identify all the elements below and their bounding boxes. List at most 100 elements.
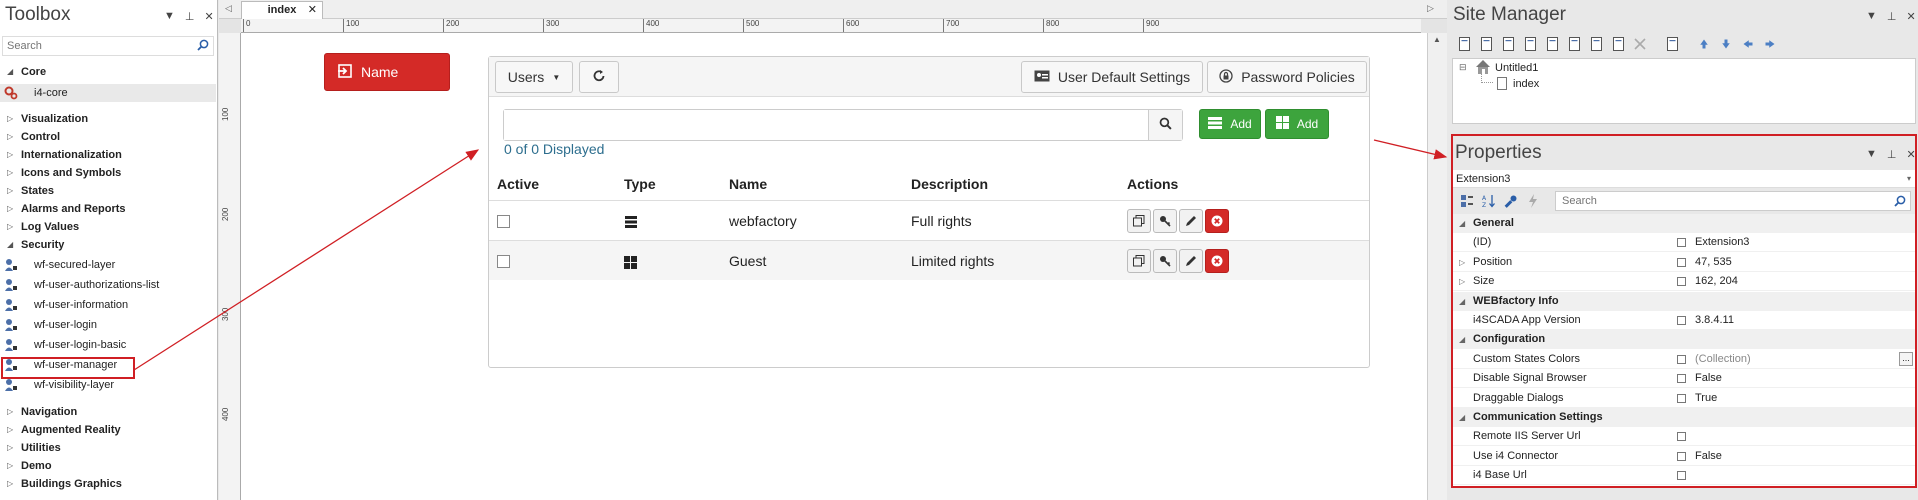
toolbox-item[interactable]: wf-user-information	[0, 296, 216, 314]
move-left-icon[interactable]	[1740, 36, 1756, 52]
edit-icon[interactable]	[1588, 36, 1604, 52]
tree-item-index[interactable]: index	[1513, 78, 1539, 90]
scroll-up-icon[interactable]: ▲	[1433, 35, 1441, 44]
property-category[interactable]: ◢ Communication Settings	[1453, 408, 1915, 427]
binding-marker-icon[interactable]	[1677, 277, 1686, 287]
refresh-button[interactable]	[579, 61, 619, 93]
binding-marker-icon[interactable]	[1677, 471, 1686, 481]
move-up-icon[interactable]	[1696, 36, 1712, 52]
property-value[interactable]: 162, 204	[1695, 272, 1738, 291]
wrench-icon[interactable]	[1503, 193, 1519, 209]
delete-button[interactable]	[1205, 249, 1229, 273]
table-row[interactable]: webfactory Full rights	[489, 200, 1369, 240]
properties-search-input[interactable]	[1556, 192, 1876, 210]
pin-icon[interactable]: ⊥	[1887, 148, 1897, 161]
toolbox-category[interactable]: ▷ Log Values	[0, 218, 216, 236]
expand-arrow-icon[interactable]: ▷	[7, 182, 13, 200]
binding-marker-icon[interactable]	[1677, 393, 1686, 403]
toolbox-category[interactable]: ▷ Buildings Graphics	[0, 475, 216, 493]
expand-arrow-icon[interactable]: ▷	[7, 128, 13, 146]
new-dialog-icon[interactable]	[1478, 36, 1494, 52]
toolbox-category[interactable]: ▷ Alarms and Reports	[0, 200, 216, 218]
expand-arrow-icon[interactable]: ▷	[7, 200, 13, 218]
property-category[interactable]: ◢ General	[1453, 214, 1915, 233]
copy-icon[interactable]	[1610, 36, 1626, 52]
expand-arrow-icon[interactable]: ▷	[7, 110, 13, 128]
new-page-icon[interactable]	[1456, 36, 1472, 52]
property-row[interactable]: Disable Signal Browser False	[1453, 369, 1915, 389]
move-right-icon[interactable]	[1762, 36, 1778, 52]
copy-button[interactable]	[1127, 209, 1151, 233]
binding-marker-icon[interactable]	[1677, 432, 1686, 442]
dropdown-icon[interactable]: ▼	[1866, 10, 1877, 23]
password-policies-button[interactable]: Password Policies	[1207, 61, 1367, 93]
toolbox-category[interactable]: ▷ Internationalization	[0, 146, 216, 164]
move-down-icon[interactable]	[1718, 36, 1734, 52]
property-value[interactable]: False	[1695, 447, 1722, 466]
chevron-down-icon[interactable]: ▾	[1907, 170, 1911, 188]
column-header-name[interactable]: Name	[729, 168, 767, 200]
active-checkbox[interactable]	[497, 255, 510, 268]
toolbox-search[interactable]	[2, 36, 214, 56]
binding-marker-icon[interactable]	[1677, 257, 1686, 267]
expand-arrow-icon[interactable]: ▷	[1459, 272, 1465, 291]
sort-alphabetical-icon[interactable]: AZ	[1481, 193, 1497, 209]
link-icon[interactable]	[1566, 36, 1582, 52]
expand-arrow-icon[interactable]: ▷	[7, 218, 13, 236]
toolbox-item[interactable]: wf-user-login	[0, 316, 216, 334]
toolbox-category-core[interactable]: ◢ Core	[0, 63, 216, 81]
expand-arrow-icon[interactable]: ▷	[7, 403, 13, 421]
toolbox-category[interactable]: ▷ Icons and Symbols	[0, 164, 216, 182]
toolbox-category[interactable]: ▷ Navigation	[0, 403, 216, 421]
property-row[interactable]: Custom States Colors (Collection)...	[1453, 350, 1915, 369]
collapse-arrow-icon[interactable]: ◢	[7, 63, 13, 81]
expand-arrow-icon[interactable]: ▷	[7, 146, 13, 164]
column-header-type[interactable]: Type	[624, 168, 656, 200]
toolbox-item-i4-core[interactable]: i4-core	[0, 84, 216, 102]
tab-index[interactable]: index ✕	[241, 1, 323, 19]
property-value[interactable]: 3.8.4.11	[1695, 311, 1734, 330]
table-row[interactable]: Guest Limited rights	[489, 240, 1369, 280]
scroll-right-icon[interactable]: ▷	[1427, 3, 1434, 14]
property-value[interactable]: 47, 535	[1695, 253, 1732, 272]
active-checkbox[interactable]	[497, 215, 510, 228]
toolbox-item[interactable]: wf-user-login-basic	[0, 336, 216, 354]
binding-marker-icon[interactable]	[1677, 374, 1686, 384]
categorized-icon[interactable]	[1459, 193, 1475, 209]
lightning-icon[interactable]	[1525, 193, 1541, 209]
user-search-field[interactable]	[503, 109, 1183, 141]
binding-marker-icon[interactable]	[1677, 451, 1686, 461]
close-icon[interactable]: ✕	[1906, 148, 1915, 161]
binding-marker-icon[interactable]	[1677, 238, 1686, 248]
key-button[interactable]	[1153, 209, 1177, 233]
toolbox-category[interactable]: ▷ Utilities	[0, 439, 216, 457]
vertical-scrollbar[interactable]: ▲	[1427, 33, 1447, 500]
collapse-arrow-icon[interactable]: ◢	[7, 236, 13, 254]
dropdown-icon[interactable]: ▼	[1866, 148, 1877, 161]
close-icon[interactable]: ✕	[1906, 10, 1915, 23]
pencil-button[interactable]	[1179, 249, 1203, 273]
object-selector[interactable]: Extension3 ▾	[1453, 170, 1915, 188]
user-search-button[interactable]	[1148, 110, 1182, 140]
properties-search[interactable]	[1555, 191, 1911, 211]
property-value[interactable]: Extension3	[1695, 233, 1749, 252]
column-header-description[interactable]: Description	[911, 168, 988, 200]
new-template-icon[interactable]	[1500, 36, 1516, 52]
binding-marker-icon[interactable]	[1677, 316, 1686, 325]
collapse-arrow-icon[interactable]: ◢	[1459, 408, 1465, 427]
new-folder-icon[interactable]	[1544, 36, 1560, 52]
property-row[interactable]: ▷ Size 162, 204	[1453, 272, 1915, 292]
toolbox-search-input[interactable]	[3, 37, 188, 55]
user-search-input[interactable]	[504, 110, 1144, 140]
collapse-arrow-icon[interactable]: ◢	[1459, 330, 1465, 349]
ellipsis-button[interactable]: ...	[1899, 351, 1913, 366]
property-row[interactable]: (ID) Extension3	[1453, 233, 1915, 253]
collapse-arrow-icon[interactable]: ◢	[1459, 214, 1465, 233]
delete-icon[interactable]	[1632, 36, 1648, 52]
property-value[interactable]: False	[1695, 369, 1722, 388]
toolbox-item[interactable]: wf-secured-layer	[0, 256, 216, 274]
property-row[interactable]: ▷ Position 47, 535	[1453, 253, 1915, 272]
copy-button[interactable]	[1127, 249, 1151, 273]
scroll-left-icon[interactable]: ◁	[225, 3, 232, 14]
add-windows-user-button[interactable]: Add	[1265, 109, 1329, 139]
